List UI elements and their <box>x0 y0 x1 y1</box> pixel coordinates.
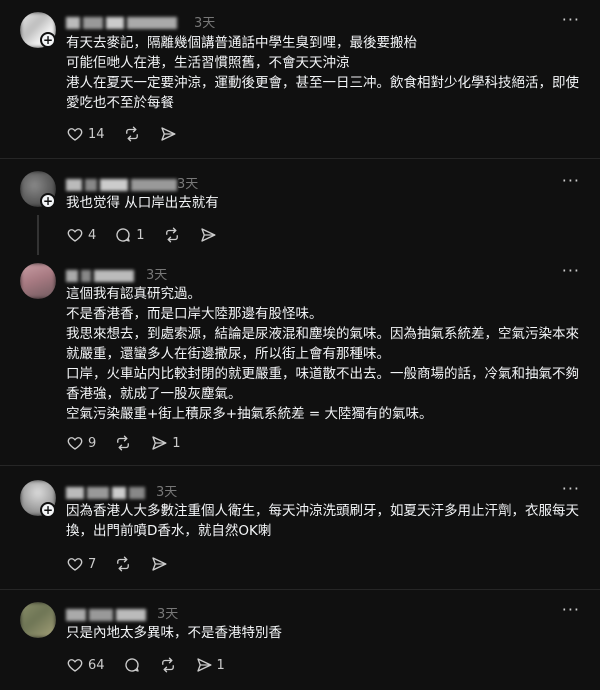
send-icon <box>152 436 167 450</box>
reply-button[interactable] <box>123 656 141 674</box>
heart-icon <box>67 558 83 571</box>
send-icon <box>160 127 175 141</box>
username-redacted[interactable] <box>66 174 180 191</box>
share-button[interactable]: 1 <box>195 656 225 674</box>
action-bar: 9 1 <box>66 433 199 453</box>
send-icon <box>152 557 167 571</box>
post-text: 有天去麥記，隔離幾個講普通話中學生臭到哩，最後要搬枱 可能佢哋人在港，生活習慣照… <box>66 35 579 111</box>
repost-icon <box>161 657 174 673</box>
action-bar: 64 1 <box>66 655 243 675</box>
comment-icon <box>124 658 139 672</box>
post-time: 3天 <box>157 607 179 622</box>
like-count: 4 <box>88 227 97 243</box>
post-time: 3天 <box>156 485 178 500</box>
more-icon[interactable]: ··· <box>562 171 580 190</box>
post-text: 我也觉得 从口岸出去就有 <box>66 195 219 211</box>
post-text: 因為香港人大多數注重個人衛生，每天沖涼洗頭刷牙，如夏天汗多用止汗劑，衣服每天換，… <box>66 503 579 539</box>
follow-plus-icon[interactable]: + <box>40 502 56 518</box>
heart-icon <box>67 437 83 450</box>
repost-button[interactable] <box>123 125 141 143</box>
reply-count: 1 <box>136 227 145 243</box>
more-icon[interactable]: ··· <box>562 600 580 619</box>
heart-icon <box>67 128 83 141</box>
post: + 3天 ··· 我也觉得 从口岸出去就有 4 1 <box>0 159 600 255</box>
share-button[interactable]: 1 <box>150 434 181 452</box>
action-bar: 7 <box>66 554 186 574</box>
like-count: 64 <box>88 657 105 673</box>
like-count: 14 <box>88 126 105 142</box>
repost-button[interactable] <box>114 555 132 573</box>
like-count: 7 <box>88 556 97 572</box>
reply-button[interactable]: 1 <box>114 226 145 244</box>
post-time: 3天 <box>194 16 216 31</box>
repost-button[interactable] <box>163 226 181 244</box>
action-bar: 4 1 <box>66 225 235 245</box>
username-redacted[interactable] <box>66 482 148 499</box>
like-button[interactable]: 9 <box>66 434 96 452</box>
thread-line <box>37 215 39 255</box>
like-button[interactable]: 64 <box>66 656 105 674</box>
like-button[interactable]: 14 <box>66 125 105 143</box>
like-button[interactable]: 7 <box>66 555 96 573</box>
post: + 3天 ··· 因為香港人大多數注重個人衛生，每天沖涼洗頭刷牙，如夏天汗多用止… <box>0 466 600 589</box>
like-count: 9 <box>88 435 97 451</box>
comment-icon <box>116 228 130 242</box>
send-icon <box>200 228 215 242</box>
avatar[interactable] <box>20 602 56 638</box>
repost-icon <box>125 126 138 142</box>
more-icon[interactable]: ··· <box>562 10 580 29</box>
repost-icon <box>117 435 130 451</box>
follow-plus-icon[interactable]: + <box>40 193 56 209</box>
share-count: 1 <box>216 657 225 673</box>
repost-icon <box>117 556 130 572</box>
post-text: 只是內地太多異味，不是香港特別香 <box>66 625 282 641</box>
repost-icon <box>165 227 178 243</box>
post-time: 3天 <box>146 268 168 283</box>
action-bar: 14 <box>66 124 195 144</box>
heart-icon <box>67 659 83 672</box>
repost-button[interactable] <box>114 434 132 452</box>
like-button[interactable]: 4 <box>66 226 96 244</box>
avatar[interactable] <box>20 263 56 299</box>
post-time: 3天 <box>177 177 199 192</box>
share-button[interactable] <box>159 125 177 143</box>
follow-plus-icon[interactable]: + <box>40 32 56 48</box>
share-button[interactable] <box>199 226 217 244</box>
more-icon[interactable]: ··· <box>562 479 580 498</box>
more-icon[interactable]: ··· <box>562 261 580 280</box>
post: + 3天 ··· 有天去麥記，隔離幾個講普通話中學生臭到哩，最後要搬枱 可能佢哋… <box>0 0 600 158</box>
post: 3天 ··· 只是內地太多異味，不是香港特別香 64 1 <box>0 590 600 690</box>
share-count: 1 <box>172 435 181 451</box>
repost-button[interactable] <box>159 656 177 674</box>
share-button[interactable] <box>150 555 168 573</box>
username-redacted[interactable] <box>66 604 149 621</box>
heart-icon <box>67 229 83 242</box>
post: 3天 ··· 這個我有認真研究過。 不是香港香，而是口岸大陸那邊有股怪味。 我思… <box>0 255 600 465</box>
username-redacted[interactable] <box>66 12 180 29</box>
send-icon <box>196 658 211 672</box>
username-redacted[interactable] <box>66 265 137 282</box>
post-text: 這個我有認真研究過。 不是香港香，而是口岸大陸那邊有股怪味。 我思來想去，到處索… <box>66 286 579 422</box>
